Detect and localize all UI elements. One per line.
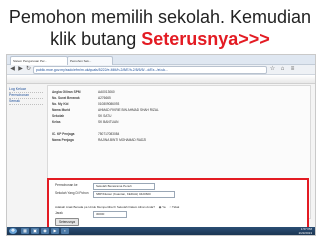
caption: Pemohon memilih sekolah. Kemudian klik b… — [0, 6, 320, 50]
radio-yes-label: Ya — [162, 205, 166, 209]
taskbar: ❖ ▦ ▣ ◉ ▶ ▪ 1:57 PM 2/23/2013 — [7, 227, 315, 235]
profile-value: SK BANTUAN — [98, 120, 119, 124]
distance-input[interactable]: 30000 — [93, 211, 127, 218]
sidebar-item-check[interactable]: Semak — [9, 99, 43, 105]
school-selection-form: Permohonan ke Sekolah Berasrama Penuh Se… — [47, 178, 309, 230]
profile-value: AHMAD FIKRIE BIN AHMAD SHAH RIZAL — [98, 108, 159, 112]
radio-no[interactable]: ○ Tidak — [169, 205, 179, 209]
distance-label: Jarak — [55, 211, 63, 215]
clock[interactable]: 1:57 PM 2/23/2013 — [299, 227, 312, 235]
star-icon[interactable]: ☆ — [269, 66, 276, 73]
app-icon[interactable]: ▪ — [61, 228, 69, 234]
profile-key: No. Surat Beranak — [52, 96, 80, 100]
clock-date: 2/23/2013 — [298, 231, 312, 235]
school-choice-select[interactable]: SBP/Kluster (Kuantan, KEDAH) 0420600 — [93, 191, 175, 198]
site-banner — [7, 75, 315, 84]
profile-key: No. My Kid — [52, 102, 69, 106]
address-bar-row: ◀ ▶ ↻ public.moe.gov.my/ssdc/efm/m.uk/qu… — [7, 65, 315, 75]
forward-icon[interactable]: ▶ — [17, 66, 24, 73]
browser-screenshot: Sistem Pengurusan Per... Pemohon Sek... … — [6, 54, 316, 236]
school-type-select[interactable]: Sekolah Berasrama Penuh — [93, 183, 155, 190]
folder-icon[interactable]: ▣ — [31, 228, 39, 234]
menu-icon[interactable]: ≡ — [289, 66, 296, 73]
caption-highlight: Seterusnya>>> — [141, 29, 270, 49]
profile-key: Angka Giliran SPM — [52, 90, 81, 94]
profile-key: Kelas — [52, 120, 61, 124]
profile-key: IC. KP Penjaga — [52, 132, 75, 136]
start-icon[interactable]: ❖ — [9, 228, 17, 234]
school-type-value: Sekolah Berasrama Penuh — [96, 184, 132, 188]
school-type-label: Permohonan ke — [55, 183, 78, 187]
school-choice-value: SBP/Kluster (Kuantan, KEDAH) 0420600 — [96, 192, 151, 196]
profile-value: 010809086093 — [98, 102, 120, 106]
browser-icon[interactable]: ◉ — [41, 228, 49, 234]
radio-question: Adakah Anak Berada pa Untuk Mempertiba I… — [55, 205, 155, 209]
caption-line2-prefix: klik butang — [50, 29, 137, 49]
profile-value: SK SATU — [98, 114, 112, 118]
next-button[interactable]: Seterusnya >>> — [55, 218, 79, 230]
profile-value: 750717083084 — [98, 132, 120, 136]
tab-pemohon[interactable]: Pemohon Sek... — [67, 56, 113, 65]
home-icon[interactable]: ⌂ — [279, 66, 286, 73]
radio-no-label: Tidak — [172, 205, 180, 209]
profile-value: RAJINA BINTI MOHAMAD RADZI — [98, 138, 147, 142]
radio-yes[interactable]: ◉ Ya — [159, 205, 166, 209]
media-icon[interactable]: ▶ — [51, 228, 59, 234]
profile-key: Nama Penjaga — [52, 138, 74, 142]
profile-value: AA0013060 — [98, 90, 115, 94]
stream-radio-row: Adakah Anak Berada pa Untuk Mempertiba I… — [55, 205, 179, 210]
caption-line1: Pemohon memilih sekolah. Kemudian — [8, 7, 312, 27]
school-choice-label: Sekolah Yang Di Pohon — [55, 191, 89, 195]
refresh-icon[interactable]: ↻ — [25, 66, 32, 73]
url-input[interactable]: public.moe.gov.my/ssdc/efm/m.uk/quals/52… — [33, 66, 267, 74]
explorer-icon[interactable]: ▦ — [21, 228, 29, 234]
tab-sistem-pengurusan[interactable]: Sistem Pengurusan Per... — [10, 56, 68, 65]
caption-line2: klik butang Seterusnya>>> — [0, 28, 320, 50]
profile-key: Nama Murid — [52, 108, 71, 112]
profile-value: A276665 — [98, 96, 111, 100]
profile-key: Sekolah — [52, 114, 65, 118]
back-icon[interactable]: ◀ — [9, 66, 16, 73]
sidebar: Log Keluar Permohonan Semak — [9, 87, 43, 127]
tab-bar: Sistem Pengurusan Per... Pemohon Sek... — [7, 55, 315, 65]
